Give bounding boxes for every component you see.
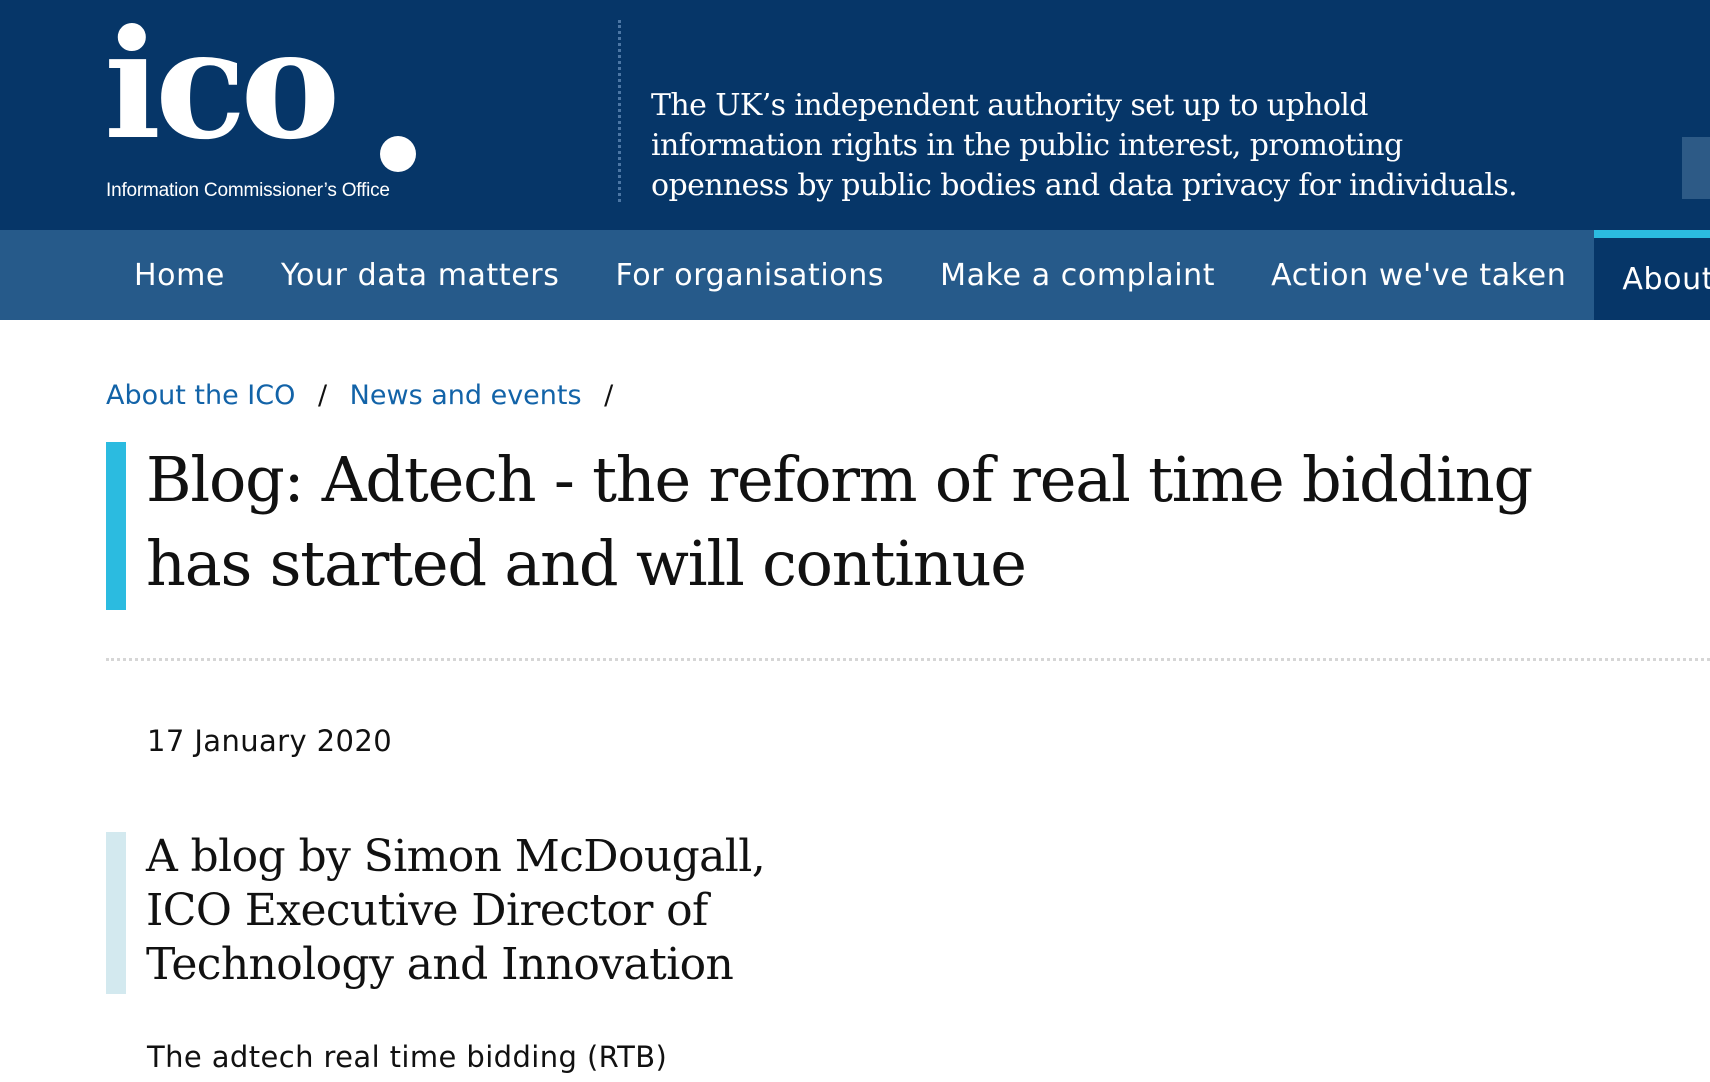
- breadcrumb-separator: /: [317, 380, 328, 411]
- author-accent-bar: [106, 832, 126, 994]
- nav-item-make-a-complaint[interactable]: Make a complaint: [912, 230, 1243, 320]
- ico-logo-subtitle: Information Commissioner’s Office: [106, 180, 390, 201]
- ico-logo-dot: [380, 136, 416, 172]
- author-intro: A blog by Simon McDougall, ICO Executive…: [146, 831, 766, 990]
- primary-nav: Home Your data matters For organisations…: [0, 230, 1710, 320]
- publish-date: 17 January 2020: [147, 724, 393, 758]
- title-accent-bar: [106, 442, 126, 610]
- ico-logo-link[interactable]: ico Information Commissioner’s Office: [104, 10, 424, 210]
- breadcrumb-separator: /: [604, 380, 614, 411]
- nav-item-home[interactable]: Home: [106, 230, 253, 320]
- search-box-edge[interactable]: [1682, 137, 1710, 199]
- nav-item-your-data-matters[interactable]: Your data matters: [253, 230, 587, 320]
- masthead-divider: [618, 20, 621, 202]
- article-body-paragraph: The adtech real time bidding (RTB): [147, 1040, 668, 1074]
- masthead: ico Information Commissioner’s Office Th…: [0, 0, 1710, 230]
- breadcrumb: About the ICO / News and events /: [106, 380, 627, 411]
- breadcrumb-link-about-the-ico[interactable]: About the ICO: [106, 380, 295, 411]
- ico-logo-mark: ico: [104, 0, 340, 173]
- nav-item-about[interactable]: About t: [1594, 230, 1710, 320]
- nav-item-action-weve-taken[interactable]: Action we've taken: [1243, 230, 1594, 320]
- page-title: Blog: Adtech - the reform of real time b…: [146, 443, 1533, 600]
- nav-item-for-organisations[interactable]: For organisations: [587, 230, 912, 320]
- divider: [106, 658, 1710, 661]
- breadcrumb-link-news-and-events[interactable]: News and events: [350, 380, 582, 411]
- masthead-tagline: The UK’s independent authority set up to…: [651, 88, 1518, 203]
